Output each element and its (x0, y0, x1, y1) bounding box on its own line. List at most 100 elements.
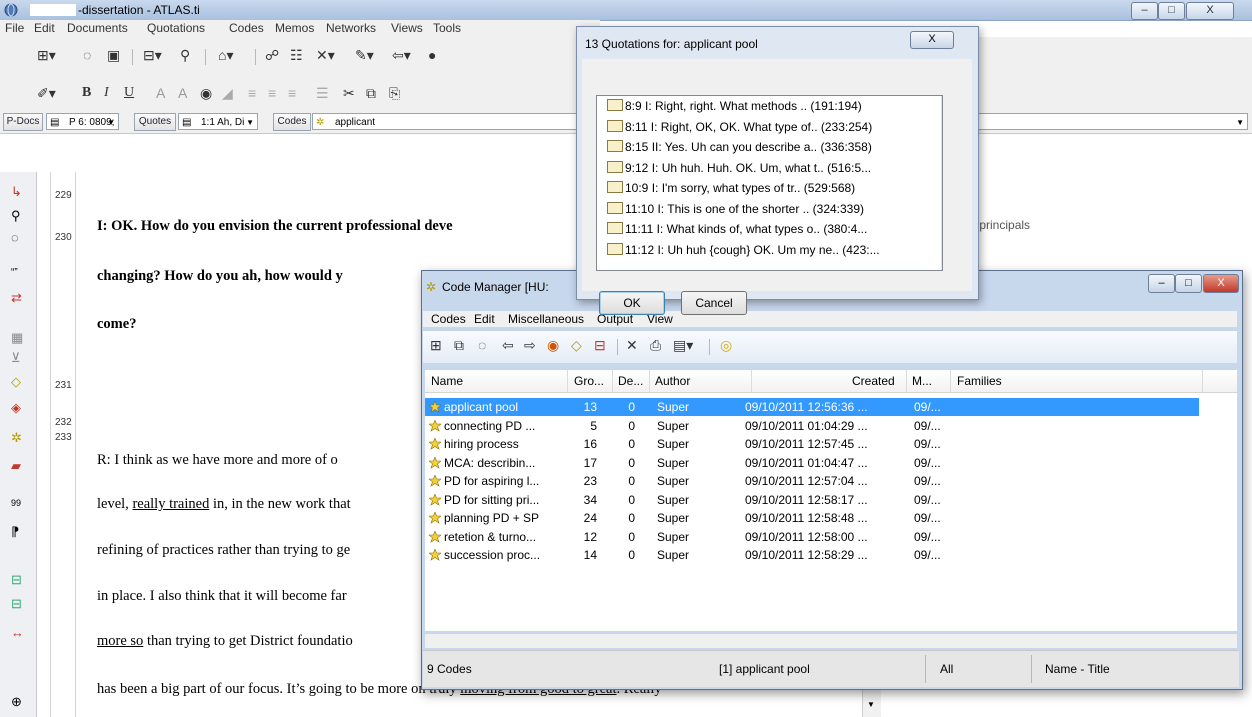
quotation-list-scrollbar[interactable]: ▲ ▼ (941, 96, 942, 270)
scroll-down-arrow-icon[interactable]: ▼ (867, 700, 875, 709)
underline-icon[interactable]: U (124, 85, 134, 101)
col-created[interactable]: Created (852, 374, 895, 388)
search-binoculars-icon[interactable]: ⚲ (180, 47, 190, 64)
xml-export-icon[interactable]: ✕▾ (316, 47, 335, 64)
comment-icon[interactable]: ◌ (83, 47, 91, 63)
quote-marks-icon[interactable]: “” (11, 267, 18, 278)
code-list-hscrollbar[interactable] (425, 633, 1237, 648)
code-row[interactable]: connecting PD ... 5 0 Super 09/10/2011 01:04… (425, 417, 1199, 435)
back-arrow-icon[interactable]: ⇦▾ (392, 47, 411, 64)
print-icon[interactable]: ⎙ (650, 337, 661, 354)
code-list-icon[interactable]: ↳ (11, 184, 22, 200)
query-tool-icon[interactable]: ☷ (290, 47, 303, 64)
code-by-list-icon[interactable]: ◇ (11, 374, 21, 390)
cut-icon[interactable]: ✂ (343, 85, 355, 102)
cm-minimize-button[interactable]: – (1148, 274, 1175, 293)
italic-icon[interactable]: I (104, 85, 109, 101)
cm-close-button[interactable]: X (1203, 274, 1239, 293)
cm-menu-miscellaneous[interactable]: Miscellaneous (508, 312, 584, 326)
cm-menu-codes[interactable]: Codes (431, 312, 466, 326)
code-list-icon-2[interactable]: ▦ (11, 330, 23, 346)
new-hu-icon[interactable]: ⊞▾ (37, 47, 56, 64)
menu-memos[interactable]: Memos (275, 21, 314, 35)
ok-button[interactable]: OK (599, 291, 665, 315)
word-cruncher-icon[interactable]: ☍ (265, 47, 279, 64)
code-row[interactable]: hiring process 16 0 Super 09/10/2011 12:57:4… (425, 435, 1199, 453)
open-folder-icon[interactable]: ⌂▾ (218, 47, 233, 64)
quotation-item[interactable]: 11:11 I: What kinds of, what types o.. (… (607, 222, 867, 240)
align-center-icon[interactable]: ≡ (268, 85, 276, 101)
delete-icon[interactable]: ✕ (626, 337, 638, 354)
quotation-item[interactable]: 11:12 I: Uh huh {cough} OK. Um my ne.. (… (607, 242, 880, 261)
quotation-item[interactable]: 9:12 I: Uh huh. Huh. OK. Um, what t.. (5… (607, 160, 871, 179)
close-button[interactable]: X (1186, 2, 1234, 20)
code-row[interactable]: MCA: describin... 17 0 Super 09/10/2011 01:0… (425, 454, 1199, 472)
save-icon[interactable]: ▣ (107, 47, 120, 64)
dialog-close-button[interactable]: X (910, 31, 954, 49)
autocode-icon[interactable]: ✲ (11, 430, 22, 446)
quotation-item[interactable]: 8:15 II: Yes. Uh can you describe a.. (3… (607, 140, 872, 158)
pdoc-selector[interactable]: ▤ P 6: 0809; ▼ (46, 113, 119, 130)
quote-selector[interactable]: ▤ 1:1 Ah, Di ▼ (178, 113, 258, 130)
code-row[interactable]: PD for aspiring l... 23 0 Super 09/10/2011 1… (425, 472, 1199, 490)
col-grounded[interactable]: Gro... (574, 374, 604, 388)
code-row[interactable]: planning PD + SP 24 0 Super 09/10/2011 12:58… (425, 509, 1199, 527)
quotation-manager-icon[interactable]: ⊟ (11, 596, 22, 612)
code-row[interactable]: applicant pool 13 0 Super 09/10/2011 12:56:3… (425, 398, 1199, 416)
pen-icon[interactable]: ✐▾ (37, 85, 56, 102)
paragraph-icon[interactable]: ⁋ (11, 524, 19, 540)
document-manager-icon[interactable]: ⊟▾ (143, 47, 162, 64)
code-row[interactable]: succession proc... 14 0 Super 09/10/2011 12:… (425, 546, 1199, 564)
menu-tools[interactable]: Tools (433, 21, 461, 35)
quotation-item[interactable]: 8:11 I: Right, OK, OK. What type of.. (2… (607, 119, 872, 138)
bullet-list-icon[interactable]: ☰ (316, 85, 329, 102)
col-families[interactable]: Families (957, 374, 1002, 388)
quotation-list[interactable]: 8:9 I: Right, right. What methods .. (19… (596, 95, 943, 271)
copy-icon[interactable]: ⧉ (366, 85, 376, 102)
menu-edit[interactable]: Edit (34, 21, 55, 35)
zoom-icon[interactable]: ⊕ (11, 694, 22, 710)
new-code-icon[interactable]: ⊞ (430, 337, 442, 354)
col-density[interactable]: De... (618, 374, 643, 388)
align-left-icon[interactable]: ≡ (248, 85, 256, 101)
col-author[interactable]: Author (655, 374, 690, 388)
menu-views[interactable]: Views (391, 21, 423, 35)
filter-icon[interactable]: ◎ (720, 337, 732, 354)
quick-code-icon[interactable]: ◈ (11, 400, 21, 416)
col-modified[interactable]: M... (912, 374, 932, 388)
menu-codes[interactable]: Codes (229, 21, 264, 35)
network-icon[interactable]: ⊟ (594, 337, 606, 354)
code-row[interactable]: retetion & turno... 12 0 Super 09/10/2011 12… (425, 528, 1199, 546)
quotes-button[interactable]: Quotes (134, 113, 176, 131)
menu-documents[interactable]: Documents (67, 21, 128, 35)
cm-maximize-button[interactable]: □ (1175, 274, 1202, 293)
color-wheel-icon[interactable]: ◉ (200, 85, 212, 102)
code-row[interactable]: PD for sitting pri... 34 0 Super 09/10/2011 … (425, 491, 1199, 509)
pdocs-button[interactable]: P-Docs (3, 113, 43, 131)
code-family-icon[interactable]: ◇ (571, 337, 582, 354)
view-options-icon[interactable]: ▤▾ (673, 337, 693, 354)
quotation-item[interactable]: 11:10 I: This is one of the shorter .. (… (607, 201, 864, 220)
menu-file[interactable]: File (5, 21, 24, 35)
comment-icon[interactable]: ◌ (478, 337, 486, 353)
back-arrow-icon[interactable]: ⇦ (502, 337, 514, 354)
open-coding-icon[interactable]: ⇄ (11, 290, 22, 306)
cancel-button[interactable]: Cancel (681, 291, 747, 315)
align-right-icon[interactable]: ≡ (288, 85, 296, 101)
search-icon[interactable]: ⚲ (11, 208, 21, 224)
tools-icon[interactable]: ✎▾ (355, 47, 374, 64)
split-view-icon[interactable]: ↔ (11, 625, 24, 640)
paste-icon[interactable]: ⎘ (389, 85, 400, 102)
color-wheel-icon[interactable]: ◉ (547, 337, 559, 354)
quotation-item[interactable]: 10:9 I: I'm sorry, what types of tr.. (5… (607, 181, 855, 199)
duplicate-icon[interactable]: ⧉ (454, 337, 464, 354)
eraser-icon[interactable]: ◢ (222, 85, 233, 102)
menu-quotations[interactable]: Quotations (147, 21, 205, 35)
menu-networks[interactable]: Networks (326, 21, 376, 35)
maximize-button[interactable]: □ (1158, 2, 1185, 20)
quotation-item[interactable]: 8:9 I: Right, right. What methods .. (19… (607, 99, 862, 117)
code-in-vivo-icon[interactable]: ⊻ (11, 350, 21, 366)
highlight-icon[interactable]: A (178, 85, 187, 101)
minimize-button[interactable]: – (1131, 2, 1158, 20)
number-icon[interactable]: 99 (11, 498, 21, 508)
